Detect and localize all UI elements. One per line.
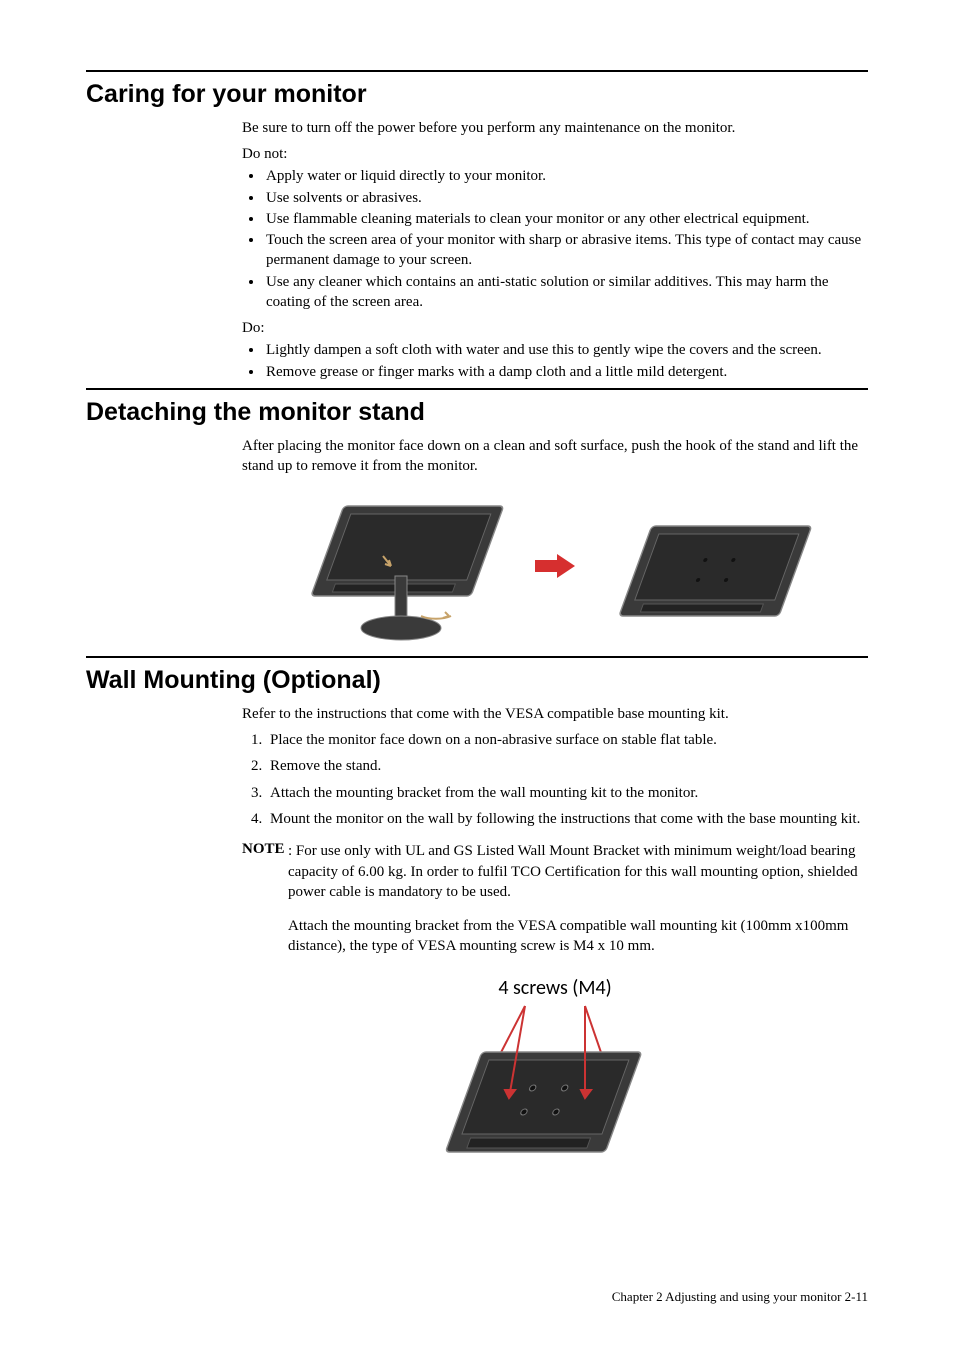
monitor-no-stand-icon <box>599 506 819 626</box>
note-block: NOTE : For use only with UL and GS Liste… <box>242 839 868 957</box>
wall-intro: Refer to the instructions that come with… <box>242 704 868 724</box>
wall-title: Wall Mounting (Optional) <box>86 664 868 698</box>
list-item: Touch the screen area of your monitor wi… <box>264 230 868 271</box>
do-not-label: Do not: <box>242 144 868 164</box>
note-label: NOTE <box>242 841 285 857</box>
detach-figure <box>242 486 868 646</box>
list-item: Mount the monitor on the wall by followi… <box>266 809 868 829</box>
caring-title: Caring for your monitor <box>86 78 868 112</box>
do-not-list: Apply water or liquid directly to your m… <box>242 166 868 312</box>
list-item: Remove the stand. <box>266 756 868 776</box>
detaching-intro: After placing the monitor face down on a… <box>242 436 868 477</box>
screws-label: 4 screws (M4) <box>242 975 868 1002</box>
section-rule <box>86 388 868 390</box>
caring-intro: Be sure to turn off the power before you… <box>242 118 868 138</box>
monitor-screws-icon <box>435 1002 675 1172</box>
note-body-2: Attach the mounting bracket from the VES… <box>288 916 868 957</box>
list-item: Attach the mounting bracket from the wal… <box>266 783 868 803</box>
section-rule <box>86 70 868 72</box>
arrow-right-icon <box>535 554 575 578</box>
list-item: Apply water or liquid directly to your m… <box>264 166 868 186</box>
list-item: Use solvents or abrasives. <box>264 188 868 208</box>
page-footer: Chapter 2 Adjusting and using your monit… <box>612 1288 868 1306</box>
wall-steps: Place the monitor face down on a non-abr… <box>242 730 868 829</box>
list-item: Use flammable cleaning materials to clea… <box>264 209 868 229</box>
list-item: Place the monitor face down on a non-abr… <box>266 730 868 750</box>
do-label: Do: <box>242 318 868 338</box>
section-rule <box>86 656 868 658</box>
do-list: Lightly dampen a soft cloth with water a… <box>242 340 868 382</box>
list-item: Use any cleaner which contains an anti-s… <box>264 272 868 313</box>
list-item: Lightly dampen a soft cloth with water a… <box>264 340 868 360</box>
screws-figure: 4 screws (M4) <box>242 975 868 1172</box>
detaching-title: Detaching the monitor stand <box>86 396 868 430</box>
list-item: Remove grease or finger marks with a dam… <box>264 362 868 382</box>
note-body-1: : For use only with UL and GS Listed Wal… <box>288 841 868 902</box>
monitor-with-stand-icon <box>291 486 511 646</box>
